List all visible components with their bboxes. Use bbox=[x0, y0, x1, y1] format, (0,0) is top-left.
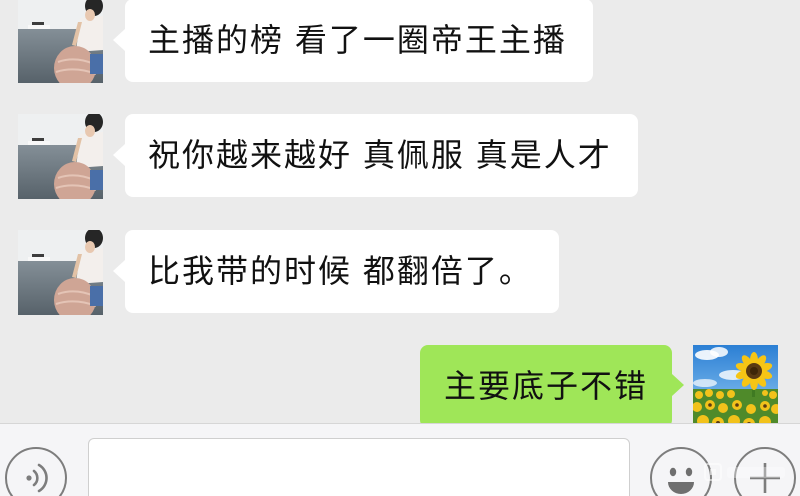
outgoing-message-bubble[interactable]: 主要底子不错 bbox=[419, 345, 685, 428]
message-text: 比我带的时候 都翻倍了。 bbox=[148, 253, 533, 289]
seaside-photo-avatar bbox=[18, 114, 103, 199]
incoming-message-bubble[interactable]: 祝你越来越好 真佩服 真是人才 bbox=[113, 114, 638, 197]
self-avatar[interactable] bbox=[693, 345, 778, 430]
emoji-icon bbox=[668, 467, 694, 494]
message-text: 主播的榜 看了一圈帝王主播 bbox=[148, 22, 567, 58]
friend-avatar[interactable] bbox=[18, 0, 103, 83]
message-input-bar bbox=[0, 423, 800, 496]
seaside-photo-avatar bbox=[18, 0, 103, 83]
voice-icon bbox=[26, 463, 48, 493]
seaside-photo-avatar bbox=[18, 230, 103, 315]
voice-button[interactable] bbox=[5, 447, 67, 496]
incoming-message-bubble[interactable]: 比我带的时候 都翻倍了。 bbox=[113, 230, 559, 313]
incoming-message-bubble[interactable]: 主播的榜 看了一圈帝王主播 bbox=[113, 0, 593, 82]
friend-avatar[interactable] bbox=[18, 230, 103, 315]
message-text: 主要底子不错 bbox=[443, 368, 648, 404]
sunflower-photo-avatar bbox=[693, 345, 778, 430]
friend-avatar[interactable] bbox=[18, 114, 103, 199]
message-text-input[interactable] bbox=[88, 438, 630, 496]
watermark bbox=[703, 458, 789, 488]
message-text: 祝你越来越好 真佩服 真是人才 bbox=[148, 137, 612, 173]
